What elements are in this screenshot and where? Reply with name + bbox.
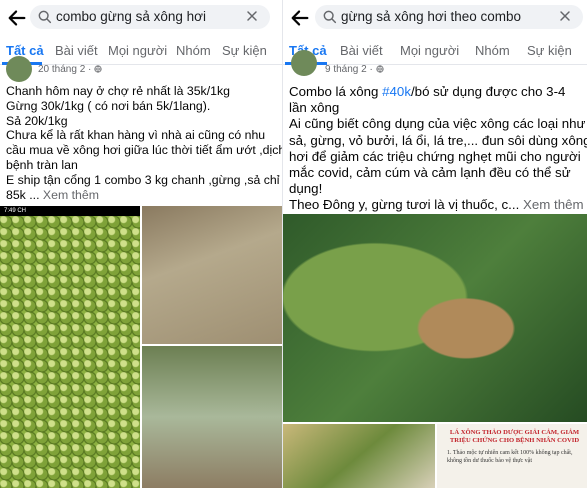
bagged-herbs-photo[interactable] bbox=[142, 346, 282, 488]
poster-body: 1. Thảo mộc tự nhiên cam kết 100% không … bbox=[447, 450, 573, 464]
post-line: Sả 20k/1kg bbox=[6, 113, 68, 128]
post-line: Chanh hôm nay ở chợ rẻ nhất là 35k/1kg bbox=[6, 84, 230, 98]
herbal-leaves-photo[interactable] bbox=[283, 214, 587, 422]
post-line-last: Theo Đông y, gừng tươi là vị thuốc, c...… bbox=[289, 197, 584, 213]
clear-search-icon[interactable] bbox=[557, 8, 573, 24]
tab-groups[interactable]: Nhóm bbox=[176, 43, 211, 58]
tab-posts[interactable]: Bài viết bbox=[340, 43, 383, 58]
herb-bundle-photo[interactable] bbox=[283, 424, 435, 488]
post-line: hơi để giảm các triệu chứng nghẹt mũi ch… bbox=[289, 148, 581, 164]
post-line-first: Combo lá xông #40k/bó sử dụng được cho 3… bbox=[289, 84, 566, 99]
search-icon bbox=[323, 10, 337, 24]
herbal-poster-image[interactable]: LÁ XÔNG THẢO DƯỢC GIẢI CẢM, GIẢM TRIỆU C… bbox=[437, 424, 587, 488]
post-line: lần xông bbox=[289, 100, 340, 116]
right-panel: gừng sả xông hơi theo combo Tất cả Bài v… bbox=[282, 0, 587, 488]
post-text: Chanh hôm nay ở chợ rẻ nhất là 35k/1kg G… bbox=[6, 84, 282, 202]
search-icon bbox=[38, 10, 52, 24]
post-line: dụng! bbox=[289, 181, 323, 197]
see-more-link[interactable]: Xem thêm bbox=[43, 188, 99, 202]
left-panel: combo gừng sả xông hơi Tất cả Bài viết M… bbox=[0, 0, 282, 488]
search-bar[interactable]: combo gừng sả xông hơi bbox=[30, 5, 270, 29]
search-tabs: Tất cả Bài viết Mọi người Nhóm Sự kiện bbox=[283, 40, 587, 65]
see-more-link[interactable]: Xem thêm bbox=[523, 197, 584, 212]
tab-events[interactable]: Sự kiện bbox=[527, 43, 572, 58]
post-line: Ai cũng biết công dụng của việc xông các… bbox=[289, 116, 586, 132]
poster-title: LÁ XÔNG THẢO DƯỢC GIẢI CẢM, GIẢM TRIỆU C… bbox=[449, 429, 580, 444]
post-date: 9 tháng 2 · bbox=[325, 64, 384, 75]
post-text: Combo lá xông #40k/bó sử dụng được cho 3… bbox=[289, 84, 587, 214]
post-line: E ship tận cổng 1 combo 3 kg chanh ,gừng… bbox=[6, 172, 280, 187]
tab-people[interactable]: Mọi người bbox=[108, 43, 167, 58]
post-line-last: 85k ... Xem thêm bbox=[6, 187, 99, 202]
herb-bundles-photo[interactable] bbox=[142, 206, 282, 344]
top-bar: gừng sả xông hơi theo combo bbox=[283, 0, 587, 36]
search-bar[interactable]: gừng sả xông hơi theo combo bbox=[315, 5, 583, 29]
status-bar: 7:49 CH bbox=[0, 206, 140, 216]
post-line: Chưa kể là rất khan hàng vì nhà ai cũng … bbox=[6, 128, 266, 143]
post-line: cầu mua về xông hơi giữa lúc thời tiết ẩ… bbox=[6, 143, 282, 158]
clear-search-icon[interactable] bbox=[244, 8, 260, 24]
tab-events[interactable]: Sự kiện bbox=[222, 43, 267, 58]
lime-photo[interactable]: 7:49 CH bbox=[0, 206, 140, 488]
search-query[interactable]: gừng sả xông hơi theo combo bbox=[341, 9, 521, 24]
search-tabs: Tất cả Bài viết Mọi người Nhóm Sự kiện bbox=[0, 40, 282, 65]
post-date: 20 tháng 2 · bbox=[38, 64, 102, 75]
tab-all[interactable]: Tất cả bbox=[6, 43, 44, 58]
back-arrow-icon[interactable] bbox=[6, 7, 28, 29]
post-line: bệnh tràn lan bbox=[6, 157, 78, 172]
limes-image bbox=[0, 216, 140, 488]
globe-icon bbox=[94, 65, 102, 73]
top-bar: combo gừng sả xông hơi bbox=[0, 0, 282, 36]
avatar[interactable] bbox=[6, 56, 32, 82]
post-line: sả, gừng, vỏ bưởi, lá ổi, lá tre,... đun… bbox=[289, 132, 587, 148]
globe-icon bbox=[375, 65, 384, 73]
search-query[interactable]: combo gừng sả xông hơi bbox=[56, 9, 206, 24]
avatar[interactable] bbox=[291, 50, 317, 76]
tab-posts[interactable]: Bài viết bbox=[55, 43, 98, 58]
tab-people[interactable]: Mọi người bbox=[400, 43, 459, 58]
tab-groups[interactable]: Nhóm bbox=[475, 43, 510, 58]
post-line: Gừng 30k/1kg ( có nơi bán 5k/1lang). bbox=[6, 98, 211, 113]
hashtag-link[interactable]: #40k bbox=[382, 84, 411, 99]
back-arrow-icon[interactable] bbox=[289, 7, 311, 29]
post-line: mắc covid, cảm cúm và cảm lạnh đều có th… bbox=[289, 165, 571, 181]
